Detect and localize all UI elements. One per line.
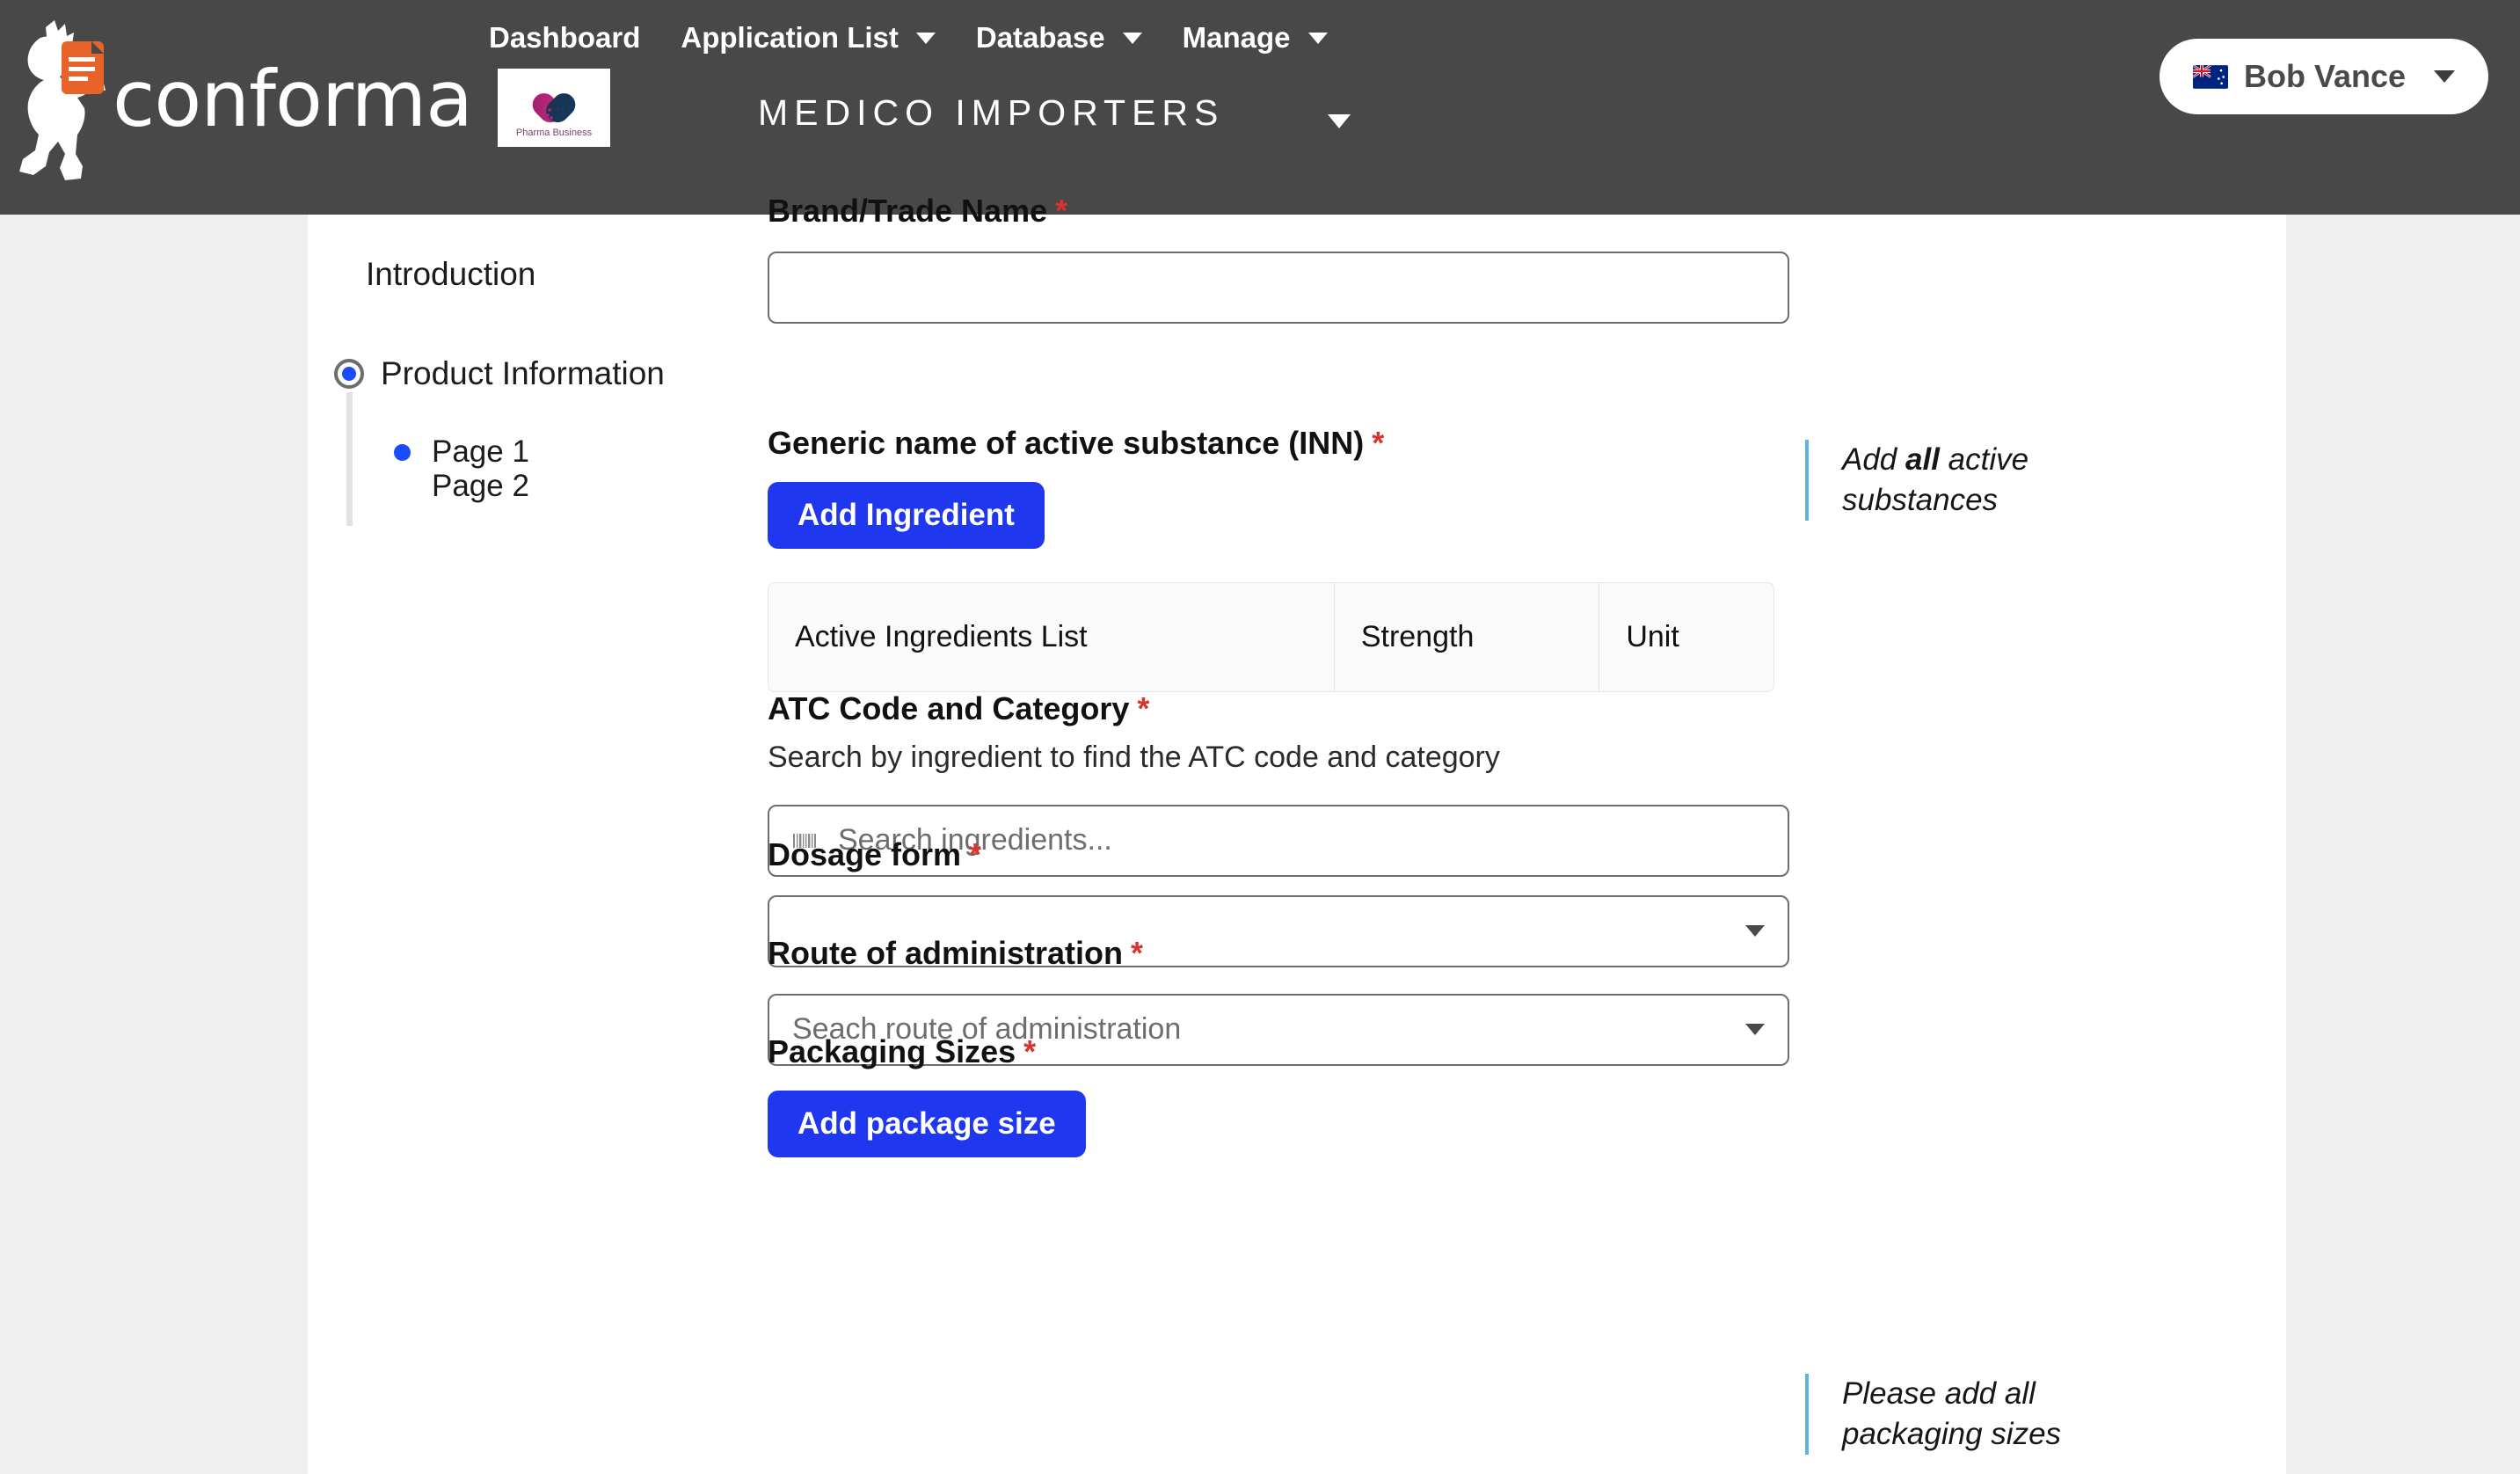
- top-header-bar: conforma Dashboard Application List Data…: [0, 0, 2520, 215]
- brand-trade-name-label: Brand/Trade Name *: [768, 193, 1789, 229]
- organisation-chevron-down-icon[interactable]: [1328, 114, 1351, 128]
- chevron-down-icon: [915, 32, 936, 44]
- organisation-name: MEDICO IMPORTERS: [758, 92, 1225, 133]
- active-ingredients-table: Active Ingredients List Strength Unit: [768, 581, 1774, 692]
- route-of-administration-label: Route of administration *: [768, 936, 1789, 971]
- hint-active-substances-prefix: Add: [1842, 442, 1905, 477]
- required-asterisk: *: [969, 836, 982, 872]
- add-ingredient-button[interactable]: Add Ingredient: [768, 481, 1045, 549]
- required-asterisk: *: [1023, 1033, 1037, 1069]
- nav-item-dashboard[interactable]: Dashboard: [489, 21, 640, 55]
- table-header-active-ingredients-list: Active Ingredients List: [768, 582, 1335, 691]
- user-chevron-down-icon: [2434, 70, 2456, 83]
- sidebar-connector-line: [346, 392, 353, 526]
- dosage-form-label-text: Dosage form: [768, 836, 962, 872]
- field-brand-trade-name: Brand/Trade Name *: [768, 193, 1789, 324]
- nav-label-dashboard: Dashboard: [489, 21, 641, 54]
- route-of-administration-label-text: Route of administration: [768, 935, 1123, 971]
- radio-selected-icon: [334, 359, 364, 389]
- nav-label-manage: Manage: [1182, 21, 1291, 54]
- sidebar-item-page-2[interactable]: Page 2: [394, 469, 529, 504]
- required-asterisk: *: [1055, 193, 1068, 229]
- nav-item-application-list[interactable]: Application List: [681, 21, 936, 55]
- main-navigation: Dashboard Application List Database Mana…: [489, 11, 1328, 65]
- hint-active-substances-bold: all: [1905, 442, 1940, 477]
- required-asterisk: *: [1131, 935, 1144, 971]
- field-generic-name: Generic name of active substance (INN) * …: [768, 426, 1774, 692]
- required-asterisk: *: [1372, 425, 1385, 461]
- form-progress-sidebar: Introduction Product Information Page 1 …: [334, 215, 703, 1474]
- nav-label-application-list: Application List: [681, 21, 899, 54]
- field-packaging-sizes: Packaging Sizes * Add package size: [768, 1034, 1086, 1157]
- add-package-size-button[interactable]: Add package size: [768, 1090, 1086, 1157]
- user-menu-button[interactable]: Bob Vance: [2159, 39, 2488, 114]
- pharma-business-heart-capsule-logo: Pharma Business: [516, 88, 593, 138]
- sidebar-section-label: Product Information: [381, 355, 665, 391]
- sidebar-item-introduction[interactable]: Introduction: [366, 256, 535, 293]
- new-zealand-flag-icon: [2192, 64, 2228, 89]
- chevron-down-icon: [1745, 1024, 1765, 1036]
- sidebar-page-label: Page 2: [432, 469, 529, 503]
- sidebar-item-page-1[interactable]: Page 1: [394, 434, 529, 470]
- nav-label-database: Database: [975, 21, 1105, 54]
- nav-item-database[interactable]: Database: [976, 21, 1142, 55]
- sidebar-page-label: Page 1: [432, 434, 529, 469]
- chevron-down-icon: [1122, 32, 1142, 44]
- brand-trade-name-label-text: Brand/Trade Name: [768, 193, 1048, 229]
- organisation-logo-tab[interactable]: Pharma Business: [498, 69, 610, 147]
- brand-name: conforma: [113, 54, 473, 144]
- table-header-unit: Unit: [1626, 619, 1679, 653]
- brand-logo[interactable]: conforma: [7, 7, 473, 192]
- required-asterisk: *: [1137, 690, 1150, 726]
- user-name: Bob Vance: [2243, 58, 2407, 94]
- atc-code-label: ATC Code and Category *: [768, 691, 1789, 726]
- sidebar-item-product-information[interactable]: Product Information: [334, 355, 665, 392]
- packaging-sizes-label: Packaging Sizes *: [768, 1034, 1086, 1069]
- hint-packaging-sizes: Please add all packaging sizes: [1805, 1374, 2104, 1456]
- conforma-mascot-icon: [7, 11, 111, 187]
- generic-name-label: Generic name of active substance (INN) *: [768, 426, 1774, 461]
- atc-code-help-text: Search by ingredient to find the ATC cod…: [768, 740, 1500, 774]
- generic-name-label-text: Generic name of active substance (INN): [768, 425, 1365, 461]
- chevron-down-icon: [1307, 32, 1328, 44]
- nav-item-manage[interactable]: Manage: [1183, 21, 1328, 55]
- dosage-form-label: Dosage form *: [768, 837, 1789, 872]
- brand-trade-name-input[interactable]: [768, 251, 1789, 324]
- org-logo-caption: Pharma Business: [516, 128, 593, 138]
- page-active-dot-icon: [394, 443, 411, 461]
- packaging-sizes-label-text: Packaging Sizes: [768, 1033, 1016, 1069]
- hint-active-substances: Add all active substances: [1805, 440, 2157, 522]
- table-header-strength: Strength: [1335, 582, 1600, 691]
- atc-code-label-text: ATC Code and Category: [768, 690, 1130, 726]
